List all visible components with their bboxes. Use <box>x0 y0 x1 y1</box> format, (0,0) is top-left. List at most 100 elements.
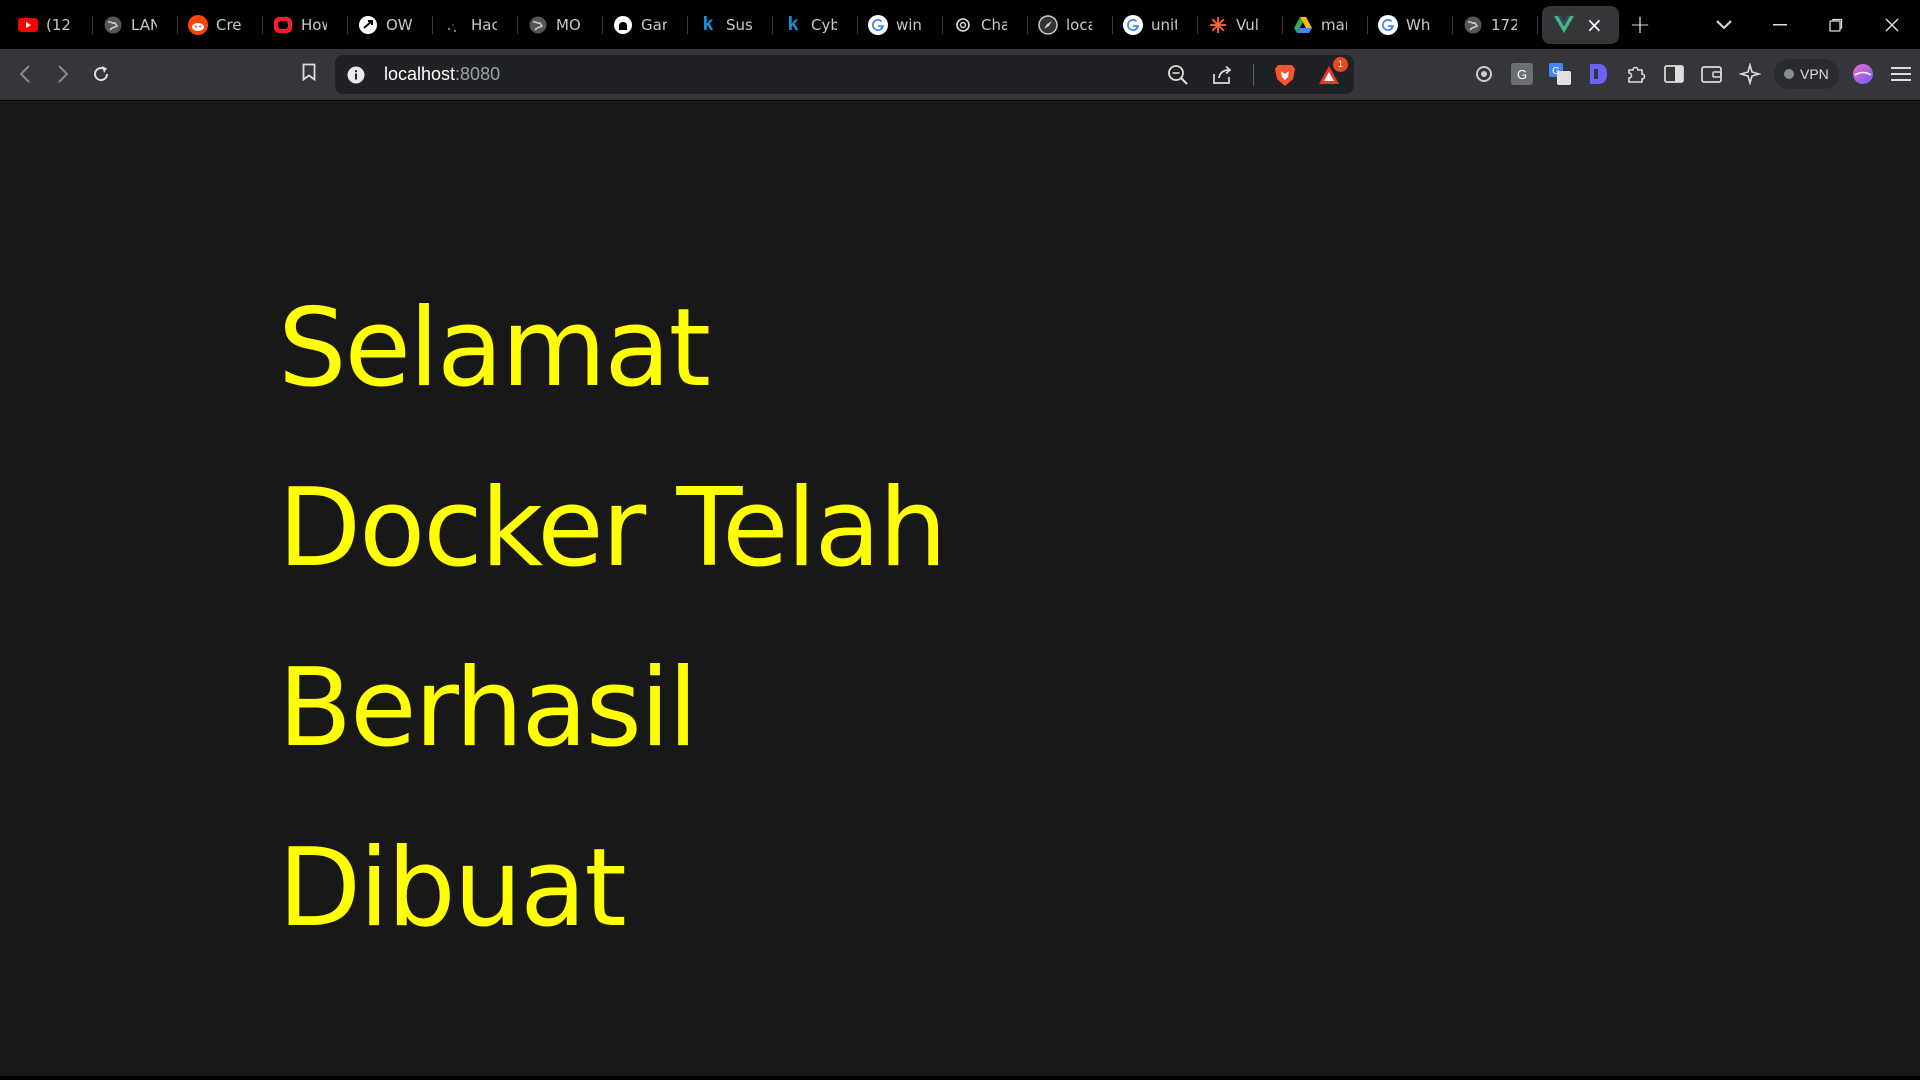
site-info-icon[interactable] <box>346 65 366 85</box>
tab-title: Hac <box>471 15 497 34</box>
k-icon: k <box>702 13 714 35</box>
minimize-button[interactable] <box>1752 0 1808 49</box>
tab-strip: (12)LANCreaHowOWHacMOGarkSuskCybwinChalo… <box>0 0 1920 49</box>
tab[interactable]: MO <box>518 0 603 49</box>
tab[interactable]: k Cyb <box>773 0 858 49</box>
brave-rewards-icon[interactable]: 1 <box>1316 56 1348 88</box>
tab-search-chevron-icon[interactable] <box>1696 0 1752 49</box>
extension-icon[interactable] <box>1470 60 1498 88</box>
tab[interactable]: Gar <box>603 0 688 49</box>
tab[interactable]: Crea <box>178 0 263 49</box>
sidebar-icon[interactable] <box>1660 60 1688 88</box>
extensions-puzzle-icon[interactable] <box>1622 60 1650 88</box>
tab-active[interactable]: × <box>1542 5 1619 44</box>
url-text[interactable]: localhost:8080 <box>384 64 500 85</box>
svg-text:G: G <box>1552 66 1560 77</box>
menu-icon[interactable] <box>1887 60 1915 88</box>
back-button[interactable] <box>6 55 44 93</box>
bookmark-button[interactable] <box>292 57 326 91</box>
new-tab-button[interactable]: + <box>1619 6 1661 44</box>
share-icon[interactable] <box>1209 62 1235 88</box>
vpn-label: VPN <box>1800 66 1829 82</box>
compass-icon <box>1038 14 1058 35</box>
tab[interactable]: 172 <box>1453 0 1538 49</box>
tab[interactable]: Hac <box>433 0 518 49</box>
divider <box>1253 63 1254 86</box>
tab-list: (12)LANCreaHowOWHacMOGarkSuskCybwinChalo… <box>0 0 1538 49</box>
profile-avatar-icon[interactable] <box>1849 60 1877 88</box>
vue-icon <box>1554 15 1574 35</box>
tab-title: Crea <box>216 15 242 34</box>
k-icon: k <box>787 13 799 35</box>
google-icon <box>1123 14 1143 35</box>
tab[interactable]: LAN <box>93 0 178 49</box>
address-bar-actions: 1 <box>1165 55 1348 94</box>
tab[interactable]: Wh <box>1368 0 1453 49</box>
tab[interactable]: (12) <box>8 0 93 49</box>
translate-icon[interactable]: G <box>1546 60 1574 88</box>
tab[interactable]: unit <box>1113 0 1198 49</box>
address-bar[interactable]: localhost:8080 1 <box>335 55 1354 94</box>
burst-icon <box>1208 15 1228 35</box>
message-line-2: Docker Telah <box>278 466 947 591</box>
restore-button[interactable] <box>1808 0 1864 49</box>
web-page: Selamat Docker Telah Berhasil Dibuat <box>0 101 1920 1080</box>
d-extension-icon[interactable] <box>1584 60 1612 88</box>
zoom-out-icon[interactable] <box>1165 62 1191 88</box>
tab-title: mar <box>1321 15 1347 34</box>
hacker-icon <box>443 15 463 35</box>
browser-toolbar: localhost:8080 1 G G VPN <box>0 49 1920 100</box>
tab-title: Wh <box>1406 15 1431 34</box>
leo-ai-icon[interactable] <box>1736 60 1764 88</box>
tab[interactable]: OW <box>348 0 433 49</box>
close-window-button[interactable] <box>1864 0 1920 49</box>
url-port: :8080 <box>455 64 501 84</box>
youtube-icon <box>18 15 38 35</box>
url-host: localhost <box>384 64 456 84</box>
google-icon <box>868 14 888 35</box>
tab[interactable]: k Sus <box>688 0 773 49</box>
bottom-edge <box>0 1076 1920 1080</box>
tab-title: (12) <box>46 15 72 34</box>
reload-button[interactable] <box>82 55 120 93</box>
window-controls <box>1696 0 1920 49</box>
message-line-1: Selamat <box>278 286 711 411</box>
globe-icon <box>103 15 123 35</box>
google-icon <box>1378 14 1398 35</box>
tab[interactable]: mar <box>1283 0 1368 49</box>
tab-title: Cyb <box>811 15 837 34</box>
bookmark-icon <box>302 63 316 85</box>
close-tab-icon[interactable]: × <box>1586 15 1603 35</box>
tab-title: OW <box>386 15 412 34</box>
globe-icon <box>528 15 548 35</box>
forward-button[interactable] <box>44 55 82 93</box>
svg-text:G: G <box>1517 67 1527 82</box>
tab[interactable]: win <box>858 0 943 49</box>
tab[interactable]: Cha <box>943 0 1028 49</box>
wallet-icon[interactable] <box>1698 60 1726 88</box>
rewards-badge: 1 <box>1333 56 1348 72</box>
message-line-3: Berhasil <box>278 646 698 771</box>
vpn-button[interactable]: VPN <box>1774 59 1839 89</box>
tab-title: win <box>896 15 922 34</box>
g-extension-icon[interactable]: G <box>1508 60 1536 88</box>
tab-title: loca <box>1066 15 1092 34</box>
tab[interactable]: loca <box>1028 0 1113 49</box>
tab-title: Vul <box>1236 15 1259 34</box>
globe-icon <box>1463 15 1483 35</box>
brave-shields-icon[interactable] <box>1272 62 1298 88</box>
openai-icon <box>953 15 973 35</box>
tab-title: LAN <box>131 15 157 34</box>
github-icon <box>613 15 633 35</box>
tab-title: 172 <box>1491 15 1517 34</box>
drive-icon <box>1293 15 1313 35</box>
tab[interactable]: How <box>263 0 348 49</box>
opera-icon <box>273 15 293 35</box>
tab-title: Sus <box>726 15 752 34</box>
tab[interactable]: Vul <box>1198 0 1283 49</box>
welcome-message: Selamat Docker Telah Berhasil Dibuat <box>278 259 978 979</box>
message-line-4: Dibuat <box>278 826 627 951</box>
tab-title: MO <box>556 15 581 34</box>
reddit-icon <box>188 14 208 35</box>
tab-title: How <box>301 15 327 34</box>
